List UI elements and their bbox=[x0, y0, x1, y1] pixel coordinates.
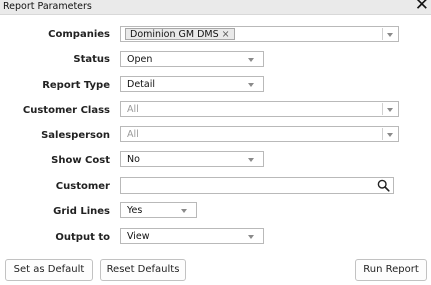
output-to-value: View bbox=[127, 231, 150, 242]
salesperson-value: All bbox=[127, 129, 139, 140]
customer-class-select[interactable]: All bbox=[120, 101, 399, 117]
output-to-label: Output to bbox=[55, 232, 110, 243]
search-icon[interactable] bbox=[377, 179, 390, 192]
remove-tag-icon[interactable]: × bbox=[222, 29, 230, 40]
dropdown-separator bbox=[382, 103, 383, 115]
status-label: Status bbox=[73, 54, 110, 65]
report-type-select[interactable]: Detail bbox=[120, 76, 264, 92]
grid-lines-value: Yes bbox=[127, 205, 143, 216]
status-value: Open bbox=[127, 54, 153, 65]
grid-lines-label: Grid Lines bbox=[53, 206, 110, 217]
customer-class-label: Customer Class bbox=[22, 105, 110, 116]
set-as-default-button[interactable]: Set as Default bbox=[5, 259, 93, 281]
report-type-value: Detail bbox=[127, 79, 155, 90]
customer-label: Customer bbox=[55, 181, 110, 192]
salesperson-label: Salesperson bbox=[41, 130, 110, 141]
window-title: Report Parameters bbox=[3, 1, 92, 12]
window-titlebar: Report Parameters ✕ bbox=[0, 0, 431, 15]
companies-multiselect[interactable]: Dominion GM DMS × bbox=[120, 26, 399, 42]
reset-defaults-button[interactable]: Reset Defaults bbox=[100, 259, 186, 281]
grid-lines-select[interactable]: Yes bbox=[120, 202, 197, 218]
status-select[interactable]: Open bbox=[120, 51, 264, 67]
customer-search-input[interactable] bbox=[120, 177, 394, 194]
chevron-down-icon[interactable] bbox=[248, 235, 254, 239]
chevron-down-icon[interactable] bbox=[387, 133, 393, 137]
chevron-down-icon[interactable] bbox=[248, 158, 254, 162]
report-type-label: Report Type bbox=[42, 80, 110, 91]
show-cost-value: No bbox=[127, 154, 140, 165]
chevron-down-icon[interactable] bbox=[181, 209, 187, 213]
output-to-select[interactable]: View bbox=[120, 228, 264, 244]
close-icon[interactable]: ✕ bbox=[415, 0, 429, 14]
dropdown-separator bbox=[382, 128, 383, 140]
company-tag-label: Dominion GM DMS bbox=[130, 29, 219, 40]
show-cost-select[interactable]: No bbox=[120, 151, 264, 167]
dropdown-separator bbox=[382, 28, 383, 40]
chevron-down-icon[interactable] bbox=[248, 58, 254, 62]
chevron-down-icon[interactable] bbox=[387, 108, 393, 112]
chevron-down-icon[interactable] bbox=[248, 83, 254, 87]
salesperson-select[interactable]: All bbox=[120, 126, 399, 142]
company-tag: Dominion GM DMS × bbox=[125, 28, 235, 40]
chevron-down-icon[interactable] bbox=[387, 33, 393, 37]
run-report-button[interactable]: Run Report bbox=[355, 259, 427, 281]
show-cost-label: Show Cost bbox=[51, 155, 110, 166]
customer-class-value: All bbox=[127, 104, 139, 115]
companies-label: Companies bbox=[48, 29, 110, 40]
